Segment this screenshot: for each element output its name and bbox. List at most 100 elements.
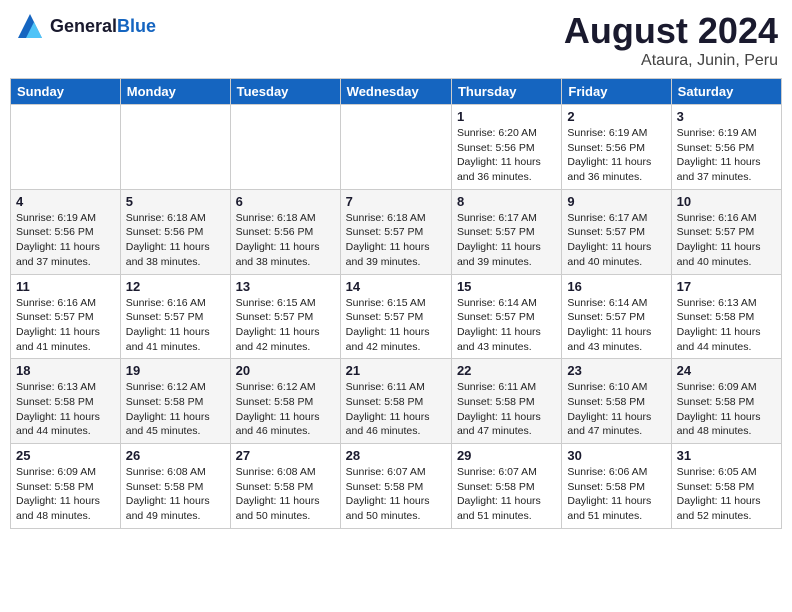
calendar-week-row: 4 Sunrise: 6:19 AM Sunset: 5:56 PM Daylig…	[11, 189, 782, 274]
day-info: Sunrise: 6:08 AM Sunset: 5:58 PM Dayligh…	[126, 465, 225, 524]
day-number: 17	[677, 279, 776, 294]
logo-general-text: General	[50, 16, 117, 36]
day-info: Sunrise: 6:18 AM Sunset: 5:56 PM Dayligh…	[236, 211, 335, 270]
day-info: Sunrise: 6:06 AM Sunset: 5:58 PM Dayligh…	[567, 465, 665, 524]
day-info: Sunrise: 6:07 AM Sunset: 5:58 PM Dayligh…	[457, 465, 556, 524]
table-row: 7 Sunrise: 6:18 AM Sunset: 5:57 PM Daylig…	[340, 189, 451, 274]
table-row: 31Sunrise: 6:05 AM Sunset: 5:58 PM Dayli…	[671, 444, 781, 529]
day-info: Sunrise: 6:11 AM Sunset: 5:58 PM Dayligh…	[346, 380, 446, 439]
col-wednesday: Wednesday	[340, 79, 451, 105]
table-row: 17 Sunrise: 6:13 AM Sunset: 5:58 PM Dayli…	[671, 274, 781, 359]
table-row: 6 Sunrise: 6:18 AM Sunset: 5:56 PM Daylig…	[230, 189, 340, 274]
day-number: 25	[16, 448, 115, 463]
col-monday: Monday	[120, 79, 230, 105]
day-number: 11	[16, 279, 115, 294]
table-row: 1 Sunrise: 6:20 AM Sunset: 5:56 PM Daylig…	[451, 105, 561, 190]
day-number: 12	[126, 279, 225, 294]
day-info: Sunrise: 6:16 AM Sunset: 5:57 PM Dayligh…	[126, 296, 225, 355]
day-number: 2	[567, 109, 665, 124]
table-row: 4 Sunrise: 6:19 AM Sunset: 5:56 PM Daylig…	[11, 189, 121, 274]
day-info: Sunrise: 6:09 AM Sunset: 5:58 PM Dayligh…	[677, 380, 776, 439]
col-saturday: Saturday	[671, 79, 781, 105]
table-row: 9Sunrise: 6:17 AM Sunset: 5:57 PM Daylig…	[562, 189, 671, 274]
location-title: Ataura, Junin, Peru	[564, 52, 778, 70]
logo: GeneralBlue	[14, 10, 156, 42]
day-info: Sunrise: 6:15 AM Sunset: 5:57 PM Dayligh…	[346, 296, 446, 355]
logo-blue-text: Blue	[117, 16, 156, 36]
day-info: Sunrise: 6:09 AM Sunset: 5:58 PM Dayligh…	[16, 465, 115, 524]
table-row: 30 Sunrise: 6:06 AM Sunset: 5:58 PM Dayli…	[562, 444, 671, 529]
table-row	[340, 105, 451, 190]
day-info: Sunrise: 6:18 AM Sunset: 5:56 PM Dayligh…	[126, 211, 225, 270]
day-info: Sunrise: 6:15 AM Sunset: 5:57 PM Dayligh…	[236, 296, 335, 355]
col-thursday: Thursday	[451, 79, 561, 105]
day-number: 5	[126, 194, 225, 209]
table-row: 2Sunrise: 6:19 AM Sunset: 5:56 PM Daylig…	[562, 105, 671, 190]
day-number: 23	[567, 363, 665, 378]
table-row: 10 Sunrise: 6:16 AM Sunset: 5:57 PM Dayli…	[671, 189, 781, 274]
page-header: GeneralBlue August 2024 Ataura, Junin, P…	[10, 10, 782, 70]
day-number: 9	[567, 194, 665, 209]
day-number: 24	[677, 363, 776, 378]
day-number: 15	[457, 279, 556, 294]
table-row: 29 Sunrise: 6:07 AM Sunset: 5:58 PM Dayli…	[451, 444, 561, 529]
day-info: Sunrise: 6:11 AM Sunset: 5:58 PM Dayligh…	[457, 380, 556, 439]
day-number: 6	[236, 194, 335, 209]
table-row: 11 Sunrise: 6:16 AM Sunset: 5:57 PM Dayli…	[11, 274, 121, 359]
day-number: 18	[16, 363, 115, 378]
day-info: Sunrise: 6:10 AM Sunset: 5:58 PM Dayligh…	[567, 380, 665, 439]
table-row: 26 Sunrise: 6:08 AM Sunset: 5:58 PM Dayli…	[120, 444, 230, 529]
calendar-week-row: 18Sunrise: 6:13 AM Sunset: 5:58 PM Dayli…	[11, 359, 782, 444]
day-number: 16	[567, 279, 665, 294]
table-row	[120, 105, 230, 190]
calendar-table: Sunday Monday Tuesday Wednesday Thursday…	[10, 78, 782, 529]
day-info: Sunrise: 6:16 AM Sunset: 5:57 PM Dayligh…	[16, 296, 115, 355]
day-number: 10	[677, 194, 776, 209]
day-info: Sunrise: 6:18 AM Sunset: 5:57 PM Dayligh…	[346, 211, 446, 270]
logo-icon	[14, 10, 46, 42]
table-row	[230, 105, 340, 190]
day-number: 21	[346, 363, 446, 378]
day-number: 19	[126, 363, 225, 378]
day-info: Sunrise: 6:13 AM Sunset: 5:58 PM Dayligh…	[677, 296, 776, 355]
table-row: 16Sunrise: 6:14 AM Sunset: 5:57 PM Dayli…	[562, 274, 671, 359]
title-block: August 2024 Ataura, Junin, Peru	[564, 10, 778, 70]
table-row: 27 Sunrise: 6:08 AM Sunset: 5:58 PM Dayli…	[230, 444, 340, 529]
table-row: 18Sunrise: 6:13 AM Sunset: 5:58 PM Dayli…	[11, 359, 121, 444]
col-tuesday: Tuesday	[230, 79, 340, 105]
day-info: Sunrise: 6:14 AM Sunset: 5:57 PM Dayligh…	[457, 296, 556, 355]
table-row: 5 Sunrise: 6:18 AM Sunset: 5:56 PM Daylig…	[120, 189, 230, 274]
col-sunday: Sunday	[11, 79, 121, 105]
table-row: 25 Sunrise: 6:09 AM Sunset: 5:58 PM Dayli…	[11, 444, 121, 529]
table-row: 22 Sunrise: 6:11 AM Sunset: 5:58 PM Dayli…	[451, 359, 561, 444]
day-number: 7	[346, 194, 446, 209]
day-number: 29	[457, 448, 556, 463]
day-number: 1	[457, 109, 556, 124]
day-number: 28	[346, 448, 446, 463]
day-info: Sunrise: 6:05 AM Sunset: 5:58 PM Dayligh…	[677, 465, 776, 524]
calendar-header-row: Sunday Monday Tuesday Wednesday Thursday…	[11, 79, 782, 105]
day-number: 27	[236, 448, 335, 463]
day-number: 4	[16, 194, 115, 209]
day-number: 30	[567, 448, 665, 463]
table-row: 21 Sunrise: 6:11 AM Sunset: 5:58 PM Dayli…	[340, 359, 451, 444]
month-title: August 2024	[564, 10, 778, 52]
day-number: 14	[346, 279, 446, 294]
day-info: Sunrise: 6:08 AM Sunset: 5:58 PM Dayligh…	[236, 465, 335, 524]
day-number: 22	[457, 363, 556, 378]
day-info: Sunrise: 6:07 AM Sunset: 5:58 PM Dayligh…	[346, 465, 446, 524]
day-info: Sunrise: 6:17 AM Sunset: 5:57 PM Dayligh…	[457, 211, 556, 270]
calendar-week-row: 25 Sunrise: 6:09 AM Sunset: 5:58 PM Dayli…	[11, 444, 782, 529]
day-info: Sunrise: 6:19 AM Sunset: 5:56 PM Dayligh…	[16, 211, 115, 270]
day-info: Sunrise: 6:12 AM Sunset: 5:58 PM Dayligh…	[236, 380, 335, 439]
table-row: 12 Sunrise: 6:16 AM Sunset: 5:57 PM Dayli…	[120, 274, 230, 359]
day-info: Sunrise: 6:16 AM Sunset: 5:57 PM Dayligh…	[677, 211, 776, 270]
day-number: 20	[236, 363, 335, 378]
day-info: Sunrise: 6:20 AM Sunset: 5:56 PM Dayligh…	[457, 126, 556, 185]
table-row: 20 Sunrise: 6:12 AM Sunset: 5:58 PM Dayli…	[230, 359, 340, 444]
table-row: 15 Sunrise: 6:14 AM Sunset: 5:57 PM Dayli…	[451, 274, 561, 359]
table-row: 28 Sunrise: 6:07 AM Sunset: 5:58 PM Dayli…	[340, 444, 451, 529]
calendar-week-row: 11 Sunrise: 6:16 AM Sunset: 5:57 PM Dayli…	[11, 274, 782, 359]
day-number: 26	[126, 448, 225, 463]
table-row: 19Sunrise: 6:12 AM Sunset: 5:58 PM Dayli…	[120, 359, 230, 444]
